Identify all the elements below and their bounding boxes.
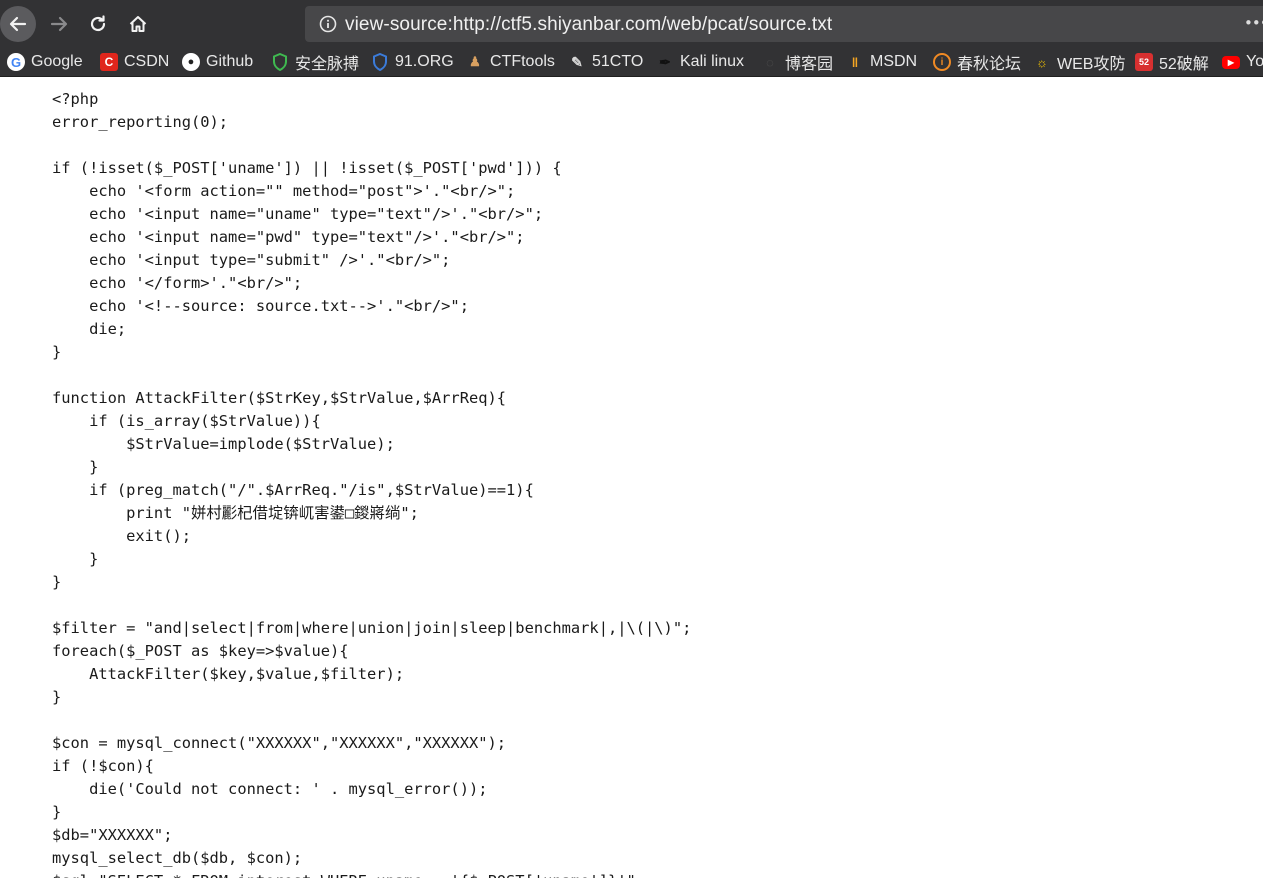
bookmark-github[interactable]: ● Github bbox=[182, 51, 253, 73]
source-line: } bbox=[52, 550, 99, 568]
youtube-icon: ▶ bbox=[1222, 55, 1240, 69]
source-line: if (!isset($_POST['uname']) || !isset($_… bbox=[52, 159, 562, 177]
source-line: $sql="SELECT * FROM interest WHERE uname… bbox=[52, 872, 645, 878]
source-line: die('Could not connect: ' . mysql_error(… bbox=[52, 780, 488, 798]
source-line: $filter = "and|select|from|where|union|j… bbox=[52, 619, 692, 637]
source-line: $StrValue=implode($StrValue); bbox=[52, 435, 395, 453]
source-line: } bbox=[52, 688, 62, 706]
reload-icon bbox=[90, 15, 106, 32]
source-line: echo '<!--source: source.txt-->'."<br/>"… bbox=[52, 297, 469, 315]
source-line: <?php bbox=[52, 90, 99, 108]
url-text[interactable]: view-source:http://ctf5.shiyanbar.com/we… bbox=[345, 14, 832, 36]
bookmark-chunqiu[interactable]: i 春秋论坛 bbox=[933, 51, 1021, 73]
source-line: echo '<input name="pwd" type="text"/>'."… bbox=[52, 228, 525, 246]
bookmark-kali-linux[interactable]: ✒ Kali linux bbox=[656, 51, 744, 73]
arrow-left-icon bbox=[9, 16, 27, 32]
source-line: } bbox=[52, 458, 99, 476]
source-line: } bbox=[52, 573, 62, 591]
shield-icon bbox=[371, 53, 389, 71]
home-button[interactable] bbox=[120, 6, 156, 42]
source-viewer: <?php error_reporting(0); if (!isset($_P… bbox=[0, 77, 1263, 878]
ninja-icon: ♟ bbox=[469, 54, 481, 69]
bookmarks-bar: G Google C CSDN ● Github 安全脉搏 91.ORG ♟ C… bbox=[0, 48, 1263, 77]
source-line: echo '</form>'."<br/>"; bbox=[52, 274, 303, 292]
source-line: $con = mysql_connect("XXXXXX","XXXXXX","… bbox=[52, 734, 507, 752]
source-line: echo '<form action="" method="post">'."<… bbox=[52, 182, 516, 200]
dragon-icon: ✒ bbox=[659, 53, 671, 70]
forward-button[interactable] bbox=[41, 6, 77, 42]
web-icon: ☼ bbox=[1036, 54, 1048, 70]
source-line: echo '<input type="submit" />'."<br/>"; bbox=[52, 251, 451, 269]
back-button[interactable] bbox=[0, 6, 36, 42]
github-icon: ● bbox=[182, 53, 200, 71]
reload-button[interactable] bbox=[80, 6, 116, 42]
bookmark-msdn[interactable]: ‖ MSDN bbox=[846, 51, 917, 73]
source-line: foreach($_POST as $key=>$value){ bbox=[52, 642, 349, 660]
bookmark-web-gongfang[interactable]: ☼ WEB攻防 bbox=[1033, 51, 1125, 74]
source-line: mysql_select_db($db, $con); bbox=[52, 849, 303, 867]
bookmark-52pojie[interactable]: 52 52破解 bbox=[1135, 51, 1209, 73]
bookmark-youtube[interactable]: ▶ Yo bbox=[1222, 51, 1263, 73]
source-line: } bbox=[52, 803, 62, 821]
site-info-icon[interactable] bbox=[319, 15, 337, 33]
source-line: error_reporting(0); bbox=[52, 113, 229, 131]
bookmark-google[interactable]: G Google bbox=[7, 51, 83, 73]
source-line: exit(); bbox=[52, 527, 191, 545]
address-bar[interactable]: view-source:http://ctf5.shiyanbar.com/we… bbox=[305, 6, 1263, 42]
source-code: <?php error_reporting(0); if (!isset($_P… bbox=[52, 88, 691, 878]
source-line: } bbox=[52, 343, 62, 361]
menu-dots-icon[interactable]: ••• bbox=[1244, 14, 1263, 32]
crack-icon: 52 bbox=[1135, 53, 1153, 71]
browser-toolbar: view-source:http://ctf5.shiyanbar.com/we… bbox=[0, 0, 1263, 48]
source-line: $db="XXXXXX"; bbox=[52, 826, 173, 844]
blog-icon: ◌ bbox=[766, 54, 774, 70]
bookmark-91org[interactable]: 91.ORG bbox=[371, 51, 454, 73]
bookmark-cnblogs[interactable]: ◌ 博客园 bbox=[761, 51, 833, 74]
bookmark-anquanmaibo[interactable]: 安全脉搏 bbox=[271, 51, 359, 73]
google-icon: G bbox=[7, 53, 25, 71]
arrow-right-icon bbox=[50, 16, 68, 32]
msdn-icon: ‖ bbox=[851, 54, 859, 70]
home-icon bbox=[129, 16, 147, 32]
source-line: die; bbox=[52, 320, 127, 338]
source-line: echo '<input name="uname" type="text"/>'… bbox=[52, 205, 544, 223]
source-line: if (!$con){ bbox=[52, 757, 154, 775]
source-line: if (is_array($StrValue)){ bbox=[52, 412, 321, 430]
wrench-icon: ✎ bbox=[571, 53, 583, 70]
source-line: print "姘村彲杞借埞锛屼害鍙□鍐嶈绱"; bbox=[52, 504, 419, 522]
source-line: function AttackFilter($StrKey,$StrValue,… bbox=[52, 389, 507, 407]
bookmark-csdn[interactable]: C CSDN bbox=[100, 51, 169, 73]
bookmark-ctftools[interactable]: ♟ CTFtools bbox=[466, 51, 555, 73]
source-line: if (preg_match("/".$ArrReq."/is",$StrVal… bbox=[52, 481, 534, 499]
csdn-icon: C bbox=[100, 53, 118, 71]
bookmark-51cto[interactable]: ✎ 51CTO bbox=[568, 51, 643, 73]
source-line: AttackFilter($key,$value,$filter); bbox=[52, 665, 405, 683]
chunqiu-icon: i bbox=[933, 53, 951, 71]
shield-icon bbox=[271, 53, 289, 71]
